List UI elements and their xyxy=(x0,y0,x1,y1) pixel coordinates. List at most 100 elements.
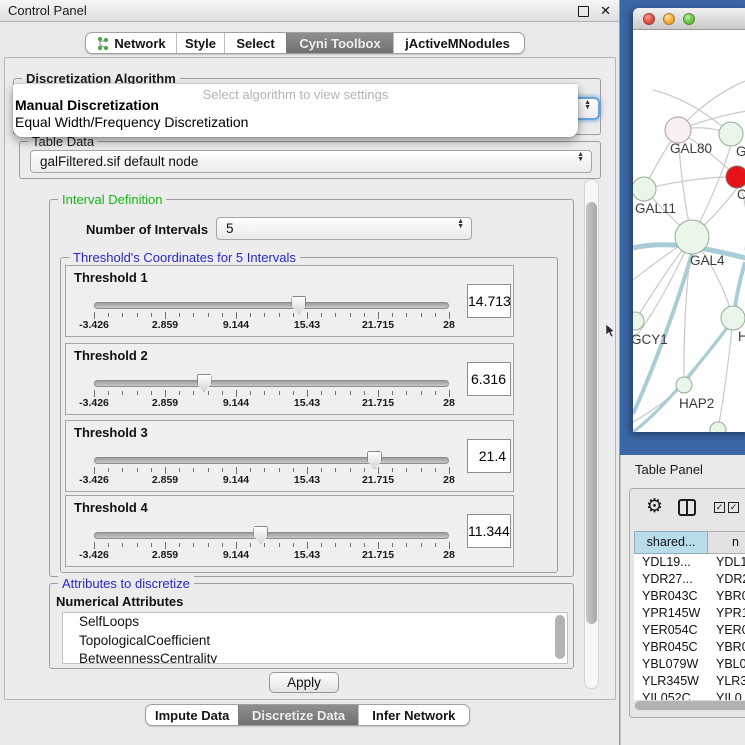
slider-thumb[interactable] xyxy=(253,526,268,544)
table-row[interactable]: YBR043CYBR0 xyxy=(634,588,745,605)
combo-arrows-icon: ▲▼ xyxy=(584,100,591,110)
tab-jactivemnodules[interactable]: jActiveMNodules xyxy=(393,33,521,53)
table-horizontal-scrollbar[interactable] xyxy=(634,700,745,711)
list-scrollbar[interactable] xyxy=(555,615,565,659)
slider-tick xyxy=(392,468,393,472)
table-body[interactable]: YDL19...YDL1YDR27...YDR2YBR043CYBR0YPR14… xyxy=(634,554,745,700)
slider-track[interactable] xyxy=(94,380,449,387)
slider-tick xyxy=(236,312,237,319)
tab-network[interactable]: Network xyxy=(86,33,176,53)
network-view-window[interactable]: GAL80GACGAL11GAL4GCY1HHAP2 xyxy=(633,8,745,432)
slider-tick xyxy=(364,313,365,317)
zoom-traffic-light-icon[interactable] xyxy=(683,13,695,25)
group-label: Threshold's Coordinates for 5 Intervals xyxy=(69,250,300,265)
panel-title: Control Panel xyxy=(8,0,87,21)
table-row[interactable]: YDR27...YDR2 xyxy=(634,571,745,588)
split-columns-icon[interactable] xyxy=(678,499,696,516)
slider-tick xyxy=(193,313,194,317)
checked-checkbox-icon[interactable]: ✓ xyxy=(714,502,725,513)
column-header-name[interactable]: n xyxy=(708,531,745,554)
network-node-hap2[interactable] xyxy=(676,377,692,393)
table-panel-title: Table Panel xyxy=(635,462,703,477)
tick-label: 2.859 xyxy=(152,474,178,486)
network-node-gal4[interactable] xyxy=(675,220,709,254)
scrollbar-thumb[interactable] xyxy=(586,202,597,624)
float-window-icon[interactable] xyxy=(578,6,589,17)
network-node-gal80[interactable] xyxy=(665,117,691,143)
slider-tick xyxy=(137,391,138,395)
combo-value: galFiltered.sif default node xyxy=(40,151,198,172)
numerical-attributes-list[interactable]: SelfLoopsTopologicalCoefficientBetweenne… xyxy=(62,612,568,664)
scrollbar-thumb[interactable] xyxy=(635,701,745,710)
threshold-value-field[interactable]: 14.713 xyxy=(467,284,511,318)
slider-track[interactable] xyxy=(94,532,449,539)
tab-impute-data[interactable]: Impute Data xyxy=(146,705,238,725)
table-row[interactable]: YER054CYER0 xyxy=(634,622,745,639)
threshold-value-field[interactable]: 6.316 xyxy=(467,362,511,396)
panel-scrollbar[interactable] xyxy=(584,179,599,689)
slider-thumb[interactable] xyxy=(197,374,212,392)
control-panel: Control Panel ✕ NetworkStyleSelectCyni T… xyxy=(0,0,620,745)
slider-tick xyxy=(350,543,351,547)
attribute-item-selfloops[interactable]: SelfLoops xyxy=(63,613,567,632)
tab-discretize-data[interactable]: Discretize Data xyxy=(238,705,357,725)
slider-tick xyxy=(321,391,322,395)
slider-tick xyxy=(378,312,379,319)
cell-shared-name: YIL052C xyxy=(642,690,691,700)
popup-option-equal-width-frequency[interactable]: Equal Width/Frequency Discretization xyxy=(15,114,248,130)
slider-tick xyxy=(208,543,209,547)
attribute-item-betweennesscentrality[interactable]: BetweennessCentrality xyxy=(63,650,567,664)
popup-option-manual-discretization[interactable]: Manual Discretization xyxy=(15,97,159,113)
table-row[interactable]: YBR045CYBR0 xyxy=(634,639,745,656)
tab-select[interactable]: Select xyxy=(224,33,286,53)
slider-tick xyxy=(250,468,251,472)
slider-track[interactable] xyxy=(94,457,449,464)
network-node-ga[interactable] xyxy=(719,122,743,146)
slider-track[interactable] xyxy=(94,302,449,309)
network-graph-canvas[interactable]: GAL80GACGAL11GAL4GCY1HHAP2 xyxy=(633,30,745,432)
slider-tick xyxy=(378,390,379,397)
table-row[interactable]: YPR145WYPR1 xyxy=(634,605,745,622)
apply-button[interactable]: Apply xyxy=(269,672,339,693)
tick-label: 28 xyxy=(443,397,455,409)
column-header-shared-name[interactable]: shared... xyxy=(634,531,708,554)
slider-tick xyxy=(179,468,180,472)
table-row[interactable]: YLR345WYLR3 xyxy=(634,673,745,690)
network-node-c[interactable] xyxy=(726,166,745,188)
threshold-value-field[interactable]: 11.344 xyxy=(467,514,511,548)
close-traffic-light-icon[interactable] xyxy=(643,13,655,25)
tab-cyni-toolbox[interactable]: Cyni Toolbox xyxy=(286,33,393,53)
number-of-intervals-combo[interactable]: 5 ▲▼ xyxy=(216,217,472,240)
table-data-combo[interactable]: galFiltered.sif default node ▲▼ xyxy=(30,150,592,173)
table-row[interactable]: YIL052CYIL0 xyxy=(634,690,745,700)
slider-tick xyxy=(222,391,223,395)
table-row[interactable]: YBL079WYBL0 xyxy=(634,656,745,673)
slider-tick xyxy=(208,313,209,317)
close-icon[interactable]: ✕ xyxy=(600,2,611,20)
slider-thumb[interactable] xyxy=(291,296,306,314)
cell-name: YDL1 xyxy=(716,554,745,571)
algorithm-dropdown-popup: Select algorithm to view settings Manual… xyxy=(13,84,578,137)
attributes-group: Attributes to discretize Numerical Attri… xyxy=(49,583,574,669)
slider-tick xyxy=(449,390,450,397)
top-tab-bar: NetworkStyleSelectCyni ToolboxjActiveMNo… xyxy=(85,32,525,54)
minimize-traffic-light-icon[interactable] xyxy=(663,13,675,25)
tab-style[interactable]: Style xyxy=(176,33,224,53)
network-node-h[interactable] xyxy=(721,306,745,330)
slider-tick xyxy=(421,543,422,547)
slider-tick xyxy=(208,468,209,472)
threshold-value-field[interactable]: 21.4 xyxy=(467,439,511,473)
checked-checkbox-icon[interactable]: ✓ xyxy=(728,502,739,513)
network-node[interactable] xyxy=(710,422,726,432)
slider-tick xyxy=(279,468,280,472)
tab-infer-network[interactable]: Infer Network xyxy=(358,705,469,725)
attribute-item-topologicalcoefficient[interactable]: TopologicalCoefficient xyxy=(63,632,567,651)
threshold-panel-2: Threshold 2-3.4262.8599.14415.4321.71528… xyxy=(65,343,514,415)
network-node-gal11[interactable] xyxy=(633,177,656,201)
tick-label: -3.426 xyxy=(79,319,109,331)
gear-icon[interactable]: ⚙ xyxy=(646,495,663,518)
slider-thumb[interactable] xyxy=(367,451,382,469)
slider-tick xyxy=(378,467,379,474)
tab-label: Impute Data xyxy=(155,708,229,723)
table-row[interactable]: YDL19...YDL1 xyxy=(634,554,745,571)
